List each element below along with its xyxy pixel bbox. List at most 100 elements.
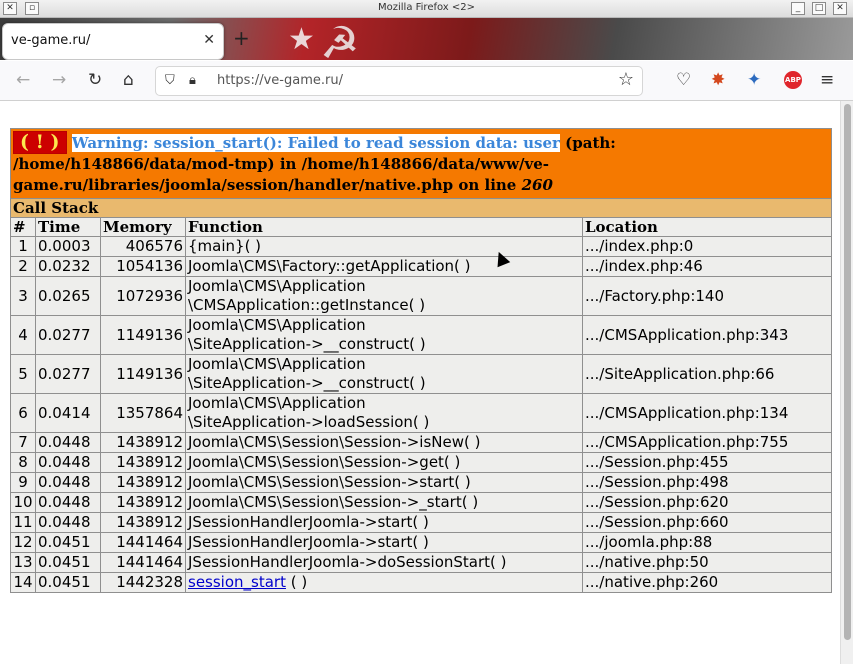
cell-num: 4 (10, 315, 36, 355)
cell-time: 0.0451 (35, 532, 101, 553)
reload-icon[interactable]: ↻ (88, 70, 102, 90)
function-line-2: \SiteApplication->loadSession( ) (188, 413, 430, 431)
maximize-button[interactable]: □ (812, 2, 826, 15)
xdebug-error-table: ( ! ) Warning: session_start(): Failed t… (10, 128, 832, 593)
cell-function: JSessionHandlerJoomla->start( ) (185, 512, 583, 533)
cell-memory: 1438912 (100, 512, 186, 533)
cell-time: 0.0448 (35, 452, 101, 473)
function-line-1: Joomla\CMS\Application (188, 316, 366, 334)
table-row: 4 0.0277 1149136 Joomla\CMS\Application \Sit… (10, 315, 832, 355)
table-row: 10 0.0448 1438912 Joomla\CMS\Session\Sessio… (10, 492, 832, 513)
cell-num: 11 (10, 512, 36, 533)
tab-ve-game[interactable]: ve-game.ru/ ✕ (2, 23, 224, 60)
function-line-1: Joomla\CMS\Application (188, 394, 366, 412)
cell-time: 0.0003 (35, 236, 101, 257)
function-line-1: JSessionHandlerJoomla->start( ) (188, 533, 429, 551)
header-time: Time (35, 217, 101, 237)
cell-memory: 1149136 (100, 315, 186, 355)
cell-location: .../CMSApplication.php:755 (582, 432, 832, 453)
cell-num: 1 (10, 236, 36, 257)
cell-memory: 1441464 (100, 532, 186, 553)
cell-location: .../CMSApplication.php:134 (582, 393, 832, 433)
header-location: Location (582, 217, 832, 237)
new-tab-button[interactable]: + (233, 26, 250, 50)
function-line-2: \SiteApplication->__construct( ) (188, 374, 426, 392)
cell-location: .../SiteApplication.php:66 (582, 354, 832, 394)
warning-highlighted-text: Warning: session_start(): Failed to read… (71, 134, 560, 152)
page-content: ( ! ) Warning: session_start(): Failed t… (0, 101, 853, 664)
back-icon[interactable]: ← (16, 70, 30, 90)
forward-icon[interactable]: → (52, 70, 66, 90)
url-text[interactable]: https://ve-game.ru/ (217, 73, 343, 88)
cell-num: 6 (10, 393, 36, 433)
callstack-header-row: # Time Memory Function Location (10, 217, 832, 237)
minimize-button[interactable]: _ (791, 2, 805, 15)
table-row: 12 0.0451 1441464 JSessionHandlerJoomla->st… (10, 532, 832, 553)
home-icon[interactable]: ⌂ (123, 70, 134, 90)
menu-icon[interactable]: ≡ (820, 70, 834, 90)
cell-memory: 1438912 (100, 432, 186, 453)
function-line-1: Joomla\CMS\Factory::getApplication( ) (188, 257, 471, 275)
cell-location: .../Session.php:620 (582, 492, 832, 513)
bookmark-star-icon[interactable]: ☆ (618, 69, 634, 90)
close-window-button[interactable]: ✕ (833, 2, 847, 15)
cell-num: 14 (10, 572, 36, 593)
cell-memory: 1438912 (100, 452, 186, 473)
cell-num: 8 (10, 452, 36, 473)
table-row: 14 0.0451 1442328 session_start ( ) .../nati… (10, 572, 832, 593)
cell-num: 2 (10, 256, 36, 277)
page-scrollbar[interactable] (840, 101, 853, 664)
tab-close-icon[interactable]: ✕ (203, 32, 215, 48)
table-row: 8 0.0448 1438912 Joomla\CMS\Session\Session… (10, 452, 832, 473)
cell-num: 10 (10, 492, 36, 513)
cell-function: Joomla\CMS\Application \SiteApplication->… (185, 354, 583, 394)
table-row: 6 0.0414 1357864 Joomla\CMS\Application \Sit… (10, 393, 832, 433)
cell-memory: 406576 (100, 236, 186, 257)
cell-num: 9 (10, 472, 36, 493)
adblock-icon[interactable]: ABP (784, 71, 802, 89)
cell-memory: 1438912 (100, 492, 186, 513)
table-row: 1 0.0003 406576 {main}( ) .../index.php:0 (10, 236, 832, 257)
cell-time: 0.0451 (35, 572, 101, 593)
table-row: 13 0.0451 1441464 JSessionHandlerJoomla->do… (10, 552, 832, 573)
cell-location: .../Session.php:660 (582, 512, 832, 533)
cell-function: Joomla\CMS\Factory::getApplication( ) (185, 256, 583, 277)
cell-location: .../native.php:50 (582, 552, 832, 573)
table-row: 11 0.0448 1438912 JSessionHandlerJoomla->st… (10, 512, 832, 533)
cell-location: .../Factory.php:140 (582, 276, 832, 316)
cell-function: Joomla\CMS\Session\Session->_start( ) (185, 492, 583, 513)
scrollbar-thumb[interactable] (844, 104, 851, 640)
function-line-1: Joomla\CMS\Application (188, 355, 366, 373)
function-line-1: JSessionHandlerJoomla->start( ) (188, 513, 429, 531)
table-row: 9 0.0448 1438912 Joomla\CMS\Session\Session… (10, 472, 832, 493)
function-line-1: Joomla\CMS\Session\Session->start( ) (188, 473, 471, 491)
warning-row: ( ! ) Warning: session_start(): Failed t… (10, 128, 832, 199)
cell-memory: 1438912 (100, 472, 186, 493)
cell-memory: 1054136 (100, 256, 186, 277)
cell-function: Joomla\CMS\Application \SiteApplication->… (185, 315, 583, 355)
pocket-icon[interactable]: ♡ (676, 70, 691, 90)
cell-num: 13 (10, 552, 36, 573)
cell-location: .../Session.php:498 (582, 472, 832, 493)
table-row: 7 0.0448 1438912 Joomla\CMS\Session\Session… (10, 432, 832, 453)
cell-memory: 1357864 (100, 393, 186, 433)
table-row: 2 0.0232 1054136 Joomla\CMS\Factory::getApp… (10, 256, 832, 277)
url-bar[interactable]: ⛉ 🔒︎ https://ve-game.ru/ ☆ (155, 66, 643, 96)
cell-time: 0.0448 (35, 472, 101, 493)
cell-time: 0.0414 (35, 393, 101, 433)
lock-icon[interactable]: 🔒︎ (189, 73, 196, 88)
nav-toolbar: ← → ↻ ⌂ ⛉ 🔒︎ https://ve-game.ru/ ☆ ♡ ✸ ✦… (0, 61, 853, 101)
function-link[interactable]: session_start (188, 573, 286, 591)
cell-location: .../CMSApplication.php:343 (582, 315, 832, 355)
cell-function: session_start ( ) (185, 572, 583, 593)
shield-icon[interactable]: ⛉ (165, 73, 175, 88)
extension-puzzle-icon[interactable]: ✦ (747, 70, 761, 90)
callstack-title: Call Stack (10, 198, 832, 218)
function-line-2: \SiteApplication->__construct( ) (188, 335, 426, 353)
cell-function: Joomla\CMS\Application \SiteApplication->… (185, 393, 583, 433)
cell-function: JSessionHandlerJoomla->start( ) (185, 532, 583, 553)
cell-function: {main}( ) (185, 236, 583, 257)
window-title: Mozilla Firefox <2> (377, 2, 476, 13)
cell-time: 0.0277 (35, 354, 101, 394)
extension-fox-icon[interactable]: ✸ (711, 70, 725, 90)
